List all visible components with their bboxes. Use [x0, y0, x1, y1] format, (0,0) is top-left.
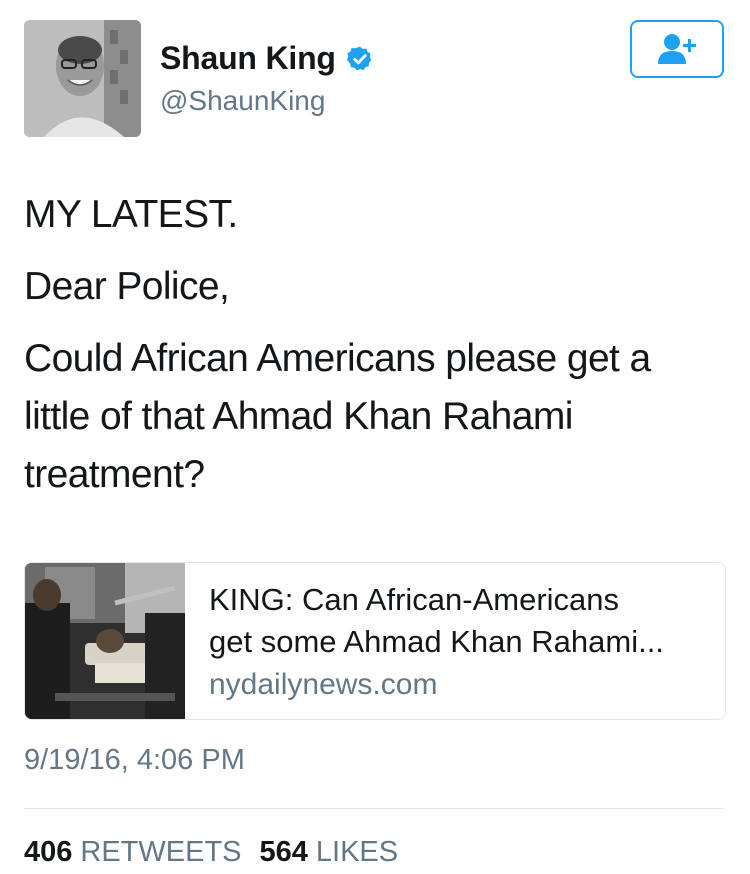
link-card[interactable]: KING: Can African-Americans get some Ahm… [24, 562, 726, 720]
author-name-row[interactable]: Shaun King [160, 40, 374, 77]
likes-label: LIKES [315, 836, 399, 868]
card-domain[interactable]: nydailynews.com [209, 665, 705, 705]
verified-badge-icon [346, 46, 372, 70]
divider [24, 808, 724, 809]
tweet-text: MY LATEST. Dear Police, Could African Am… [24, 186, 724, 518]
tweet-paragraph: Could African Americans please get a lit… [24, 337, 651, 496]
retweets-count: 406 [24, 836, 73, 868]
tweet-stats: 406 RETWEETS 564 LIKES [24, 836, 398, 869]
author-handle[interactable]: @ShaunKing [160, 85, 325, 117]
tweet-timestamp[interactable]: 9/19/16, 4:06 PM [24, 744, 245, 777]
card-body[interactable]: KING: Can African-Americans get some Ahm… [185, 563, 725, 719]
author-display-name[interactable]: Shaun King [160, 40, 336, 77]
card-title[interactable]: KING: Can African-Americans get some Ahm… [209, 579, 705, 663]
tweet-paragraph: Dear Police, [24, 265, 230, 308]
likes-count: 564 [259, 836, 308, 868]
news-photo-icon [25, 563, 185, 719]
card-thumbnail[interactable] [25, 563, 185, 719]
follow-button[interactable] [630, 20, 724, 78]
add-user-icon [658, 34, 696, 64]
tweet-paragraph: MY LATEST. [24, 193, 238, 236]
profile-photo-icon [24, 20, 141, 137]
likes-stat[interactable]: 564 LIKES [260, 836, 399, 869]
retweets-stat[interactable]: 406 RETWEETS [24, 836, 242, 869]
avatar[interactable] [24, 20, 141, 137]
retweets-label: RETWEETS [80, 836, 242, 868]
